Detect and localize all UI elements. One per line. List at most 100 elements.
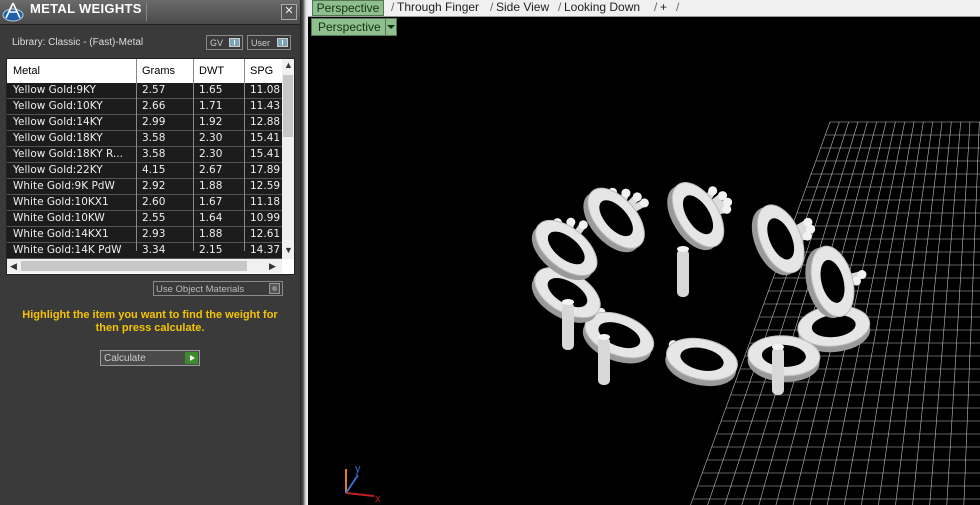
grams-cell: 2.60	[142, 196, 166, 208]
dwt-cell: 1.88	[199, 180, 223, 192]
axis-y-label: y	[355, 463, 361, 475]
spg-cell: 11.08	[250, 84, 281, 96]
calculate-label: Calculate	[104, 353, 146, 364]
close-button[interactable]: ✕	[281, 4, 297, 20]
spg-cell: 11.18	[250, 196, 281, 208]
tab-label: Looking Down	[564, 0, 641, 14]
dwt-cell: 1.65	[199, 84, 223, 96]
user-toggle[interactable]: User	[247, 35, 291, 50]
table-body: Yellow Gold:9KY 2.57 1.65 11.08 Yellow Gold:…	[7, 83, 282, 259]
metal-table: Metal Grams DWT SPG Yellow Gold:9KY 2.57 1…	[6, 58, 295, 275]
table-row[interactable]: White Gold:14KX1 2.93 1.88 12.61	[7, 227, 282, 243]
add-tab-icon: +	[660, 0, 668, 14]
grams-cell: 2.66	[142, 100, 166, 112]
post	[772, 347, 784, 395]
metal-cell: Yellow Gold:22KY	[13, 164, 103, 176]
scroll-right-icon[interactable]: ▶	[269, 261, 276, 272]
panel-titlebar: METAL WEIGHTS ✕	[0, 0, 300, 25]
table-row[interactable]: Yellow Gold:9KY 2.57 1.65 11.08	[7, 83, 282, 99]
calculate-button[interactable]: Calculate	[100, 350, 200, 366]
spg-cell: 11.43	[250, 100, 281, 112]
dwt-cell: 1.67	[199, 196, 223, 208]
grid-line	[963, 121, 980, 505]
instruction-text: Highlight the item you want to find the …	[22, 309, 278, 334]
metal-cell: White Gold:10KX1	[13, 196, 109, 208]
column-divider	[193, 59, 194, 251]
tab-label: Through Finger	[397, 0, 480, 14]
column-divider	[136, 59, 137, 251]
grams-cell: 2.99	[142, 116, 166, 128]
metal-weights-panel: METAL WEIGHTS ✕ Library: Classic - (Fast…	[0, 0, 300, 505]
prong-tip	[578, 220, 588, 230]
table-row[interactable]: Yellow Gold:10KY 2.66 1.71 11.43	[7, 99, 282, 115]
grams-cell: 2.92	[142, 180, 166, 192]
tab-looking-down[interactable]: / Looking Down	[558, 0, 641, 16]
post	[677, 249, 689, 297]
axis-x-label: x	[375, 493, 381, 505]
scroll-up-icon[interactable]: ▲	[284, 60, 293, 70]
axis-gizmo-icon: y x	[345, 463, 381, 505]
table-row[interactable]: White Gold:9K PdW 2.92 1.88 12.59	[7, 179, 282, 195]
column-header-metal[interactable]: Metal	[13, 65, 40, 77]
metal-cell: White Gold:14KX1	[13, 228, 109, 240]
panel-splitter[interactable]	[300, 0, 308, 505]
tab-separator: /	[558, 0, 562, 14]
title-divider	[146, 3, 147, 21]
prong-tip	[621, 188, 631, 198]
column-divider	[244, 59, 245, 251]
table-row[interactable]: Yellow Gold:18KY R... 3.58 2.30 15.41	[7, 147, 282, 163]
use-object-materials-option[interactable]: Use Object Materials	[153, 281, 283, 296]
prong-tip	[802, 231, 812, 241]
column-header-spg[interactable]: SPG	[250, 65, 273, 77]
tab-label: Side View	[496, 0, 550, 14]
prong-tip	[639, 198, 649, 208]
metal-cell: White Gold:9K PdW	[13, 180, 115, 192]
tab-side-view[interactable]: / Side View	[490, 0, 550, 16]
grid-line	[929, 121, 961, 505]
horizontal-scrollbar[interactable]: ◀ ▶	[7, 259, 282, 273]
scroll-down-icon[interactable]: ▼	[284, 245, 293, 255]
post-cap	[772, 344, 784, 350]
table-row[interactable]: White Gold:14K PdW 3.34 2.15 14.37	[7, 243, 282, 259]
dwt-cell: 2.15	[199, 244, 223, 256]
grid-line	[861, 121, 924, 505]
spg-cell: 15.41	[250, 132, 281, 144]
tab-separator: /	[654, 0, 658, 14]
table-row[interactable]: White Gold:10KW 2.55 1.64 10.99	[7, 211, 282, 227]
scroll-left-icon[interactable]: ◀	[10, 261, 17, 272]
panel-title: METAL WEIGHTS	[30, 1, 142, 16]
play-icon[interactable]	[185, 352, 198, 364]
table-row[interactable]: Yellow Gold:14KY 2.99 1.92 12.88	[7, 115, 282, 131]
tab-separator: /	[490, 0, 494, 14]
post-cap	[598, 334, 610, 340]
horizontal-scroll-thumb[interactable]	[21, 261, 247, 271]
table-row[interactable]: Yellow Gold:18KY 3.58 2.30 15.41	[7, 131, 282, 147]
vertical-scrollbar[interactable]: ▲ ▼	[282, 59, 294, 259]
metal-cell: Yellow Gold:9KY	[13, 84, 96, 96]
grams-cell: 2.57	[142, 84, 166, 96]
tab-through-finger[interactable]: / Through Finger	[391, 0, 480, 16]
spg-cell: 10.99	[250, 212, 281, 224]
use-object-materials-label: Use Object Materials	[156, 284, 245, 295]
grams-cell: 4.15	[142, 164, 166, 176]
post-cap	[677, 246, 689, 252]
add-tab-button[interactable]: / + /	[654, 0, 679, 16]
grams-cell: 3.34	[142, 244, 166, 256]
table-row[interactable]: White Gold:10KX1 2.60 1.67 11.18	[7, 195, 282, 211]
grams-cell: 2.55	[142, 212, 166, 224]
gv-toggle[interactable]: GV	[206, 35, 243, 50]
grid-line	[878, 121, 933, 505]
vertical-scroll-thumb[interactable]	[283, 75, 293, 137]
metal-cell: Yellow Gold:14KY	[13, 116, 103, 128]
ring-model[interactable]	[522, 174, 872, 395]
column-header-grams[interactable]: Grams	[142, 65, 175, 77]
table-row[interactable]: Yellow Gold:22KY 4.15 2.67 17.89	[7, 163, 282, 179]
spg-cell: 12.61	[250, 228, 281, 240]
column-header-dwt[interactable]: DWT	[199, 65, 224, 77]
tab-perspective[interactable]: Perspective	[312, 0, 384, 16]
3d-viewport[interactable]: Perspective y x	[308, 17, 980, 505]
dwt-cell: 1.92	[199, 116, 223, 128]
radio-icon[interactable]	[269, 283, 280, 294]
prong-tip	[632, 192, 642, 202]
dwt-cell: 2.30	[199, 148, 223, 160]
